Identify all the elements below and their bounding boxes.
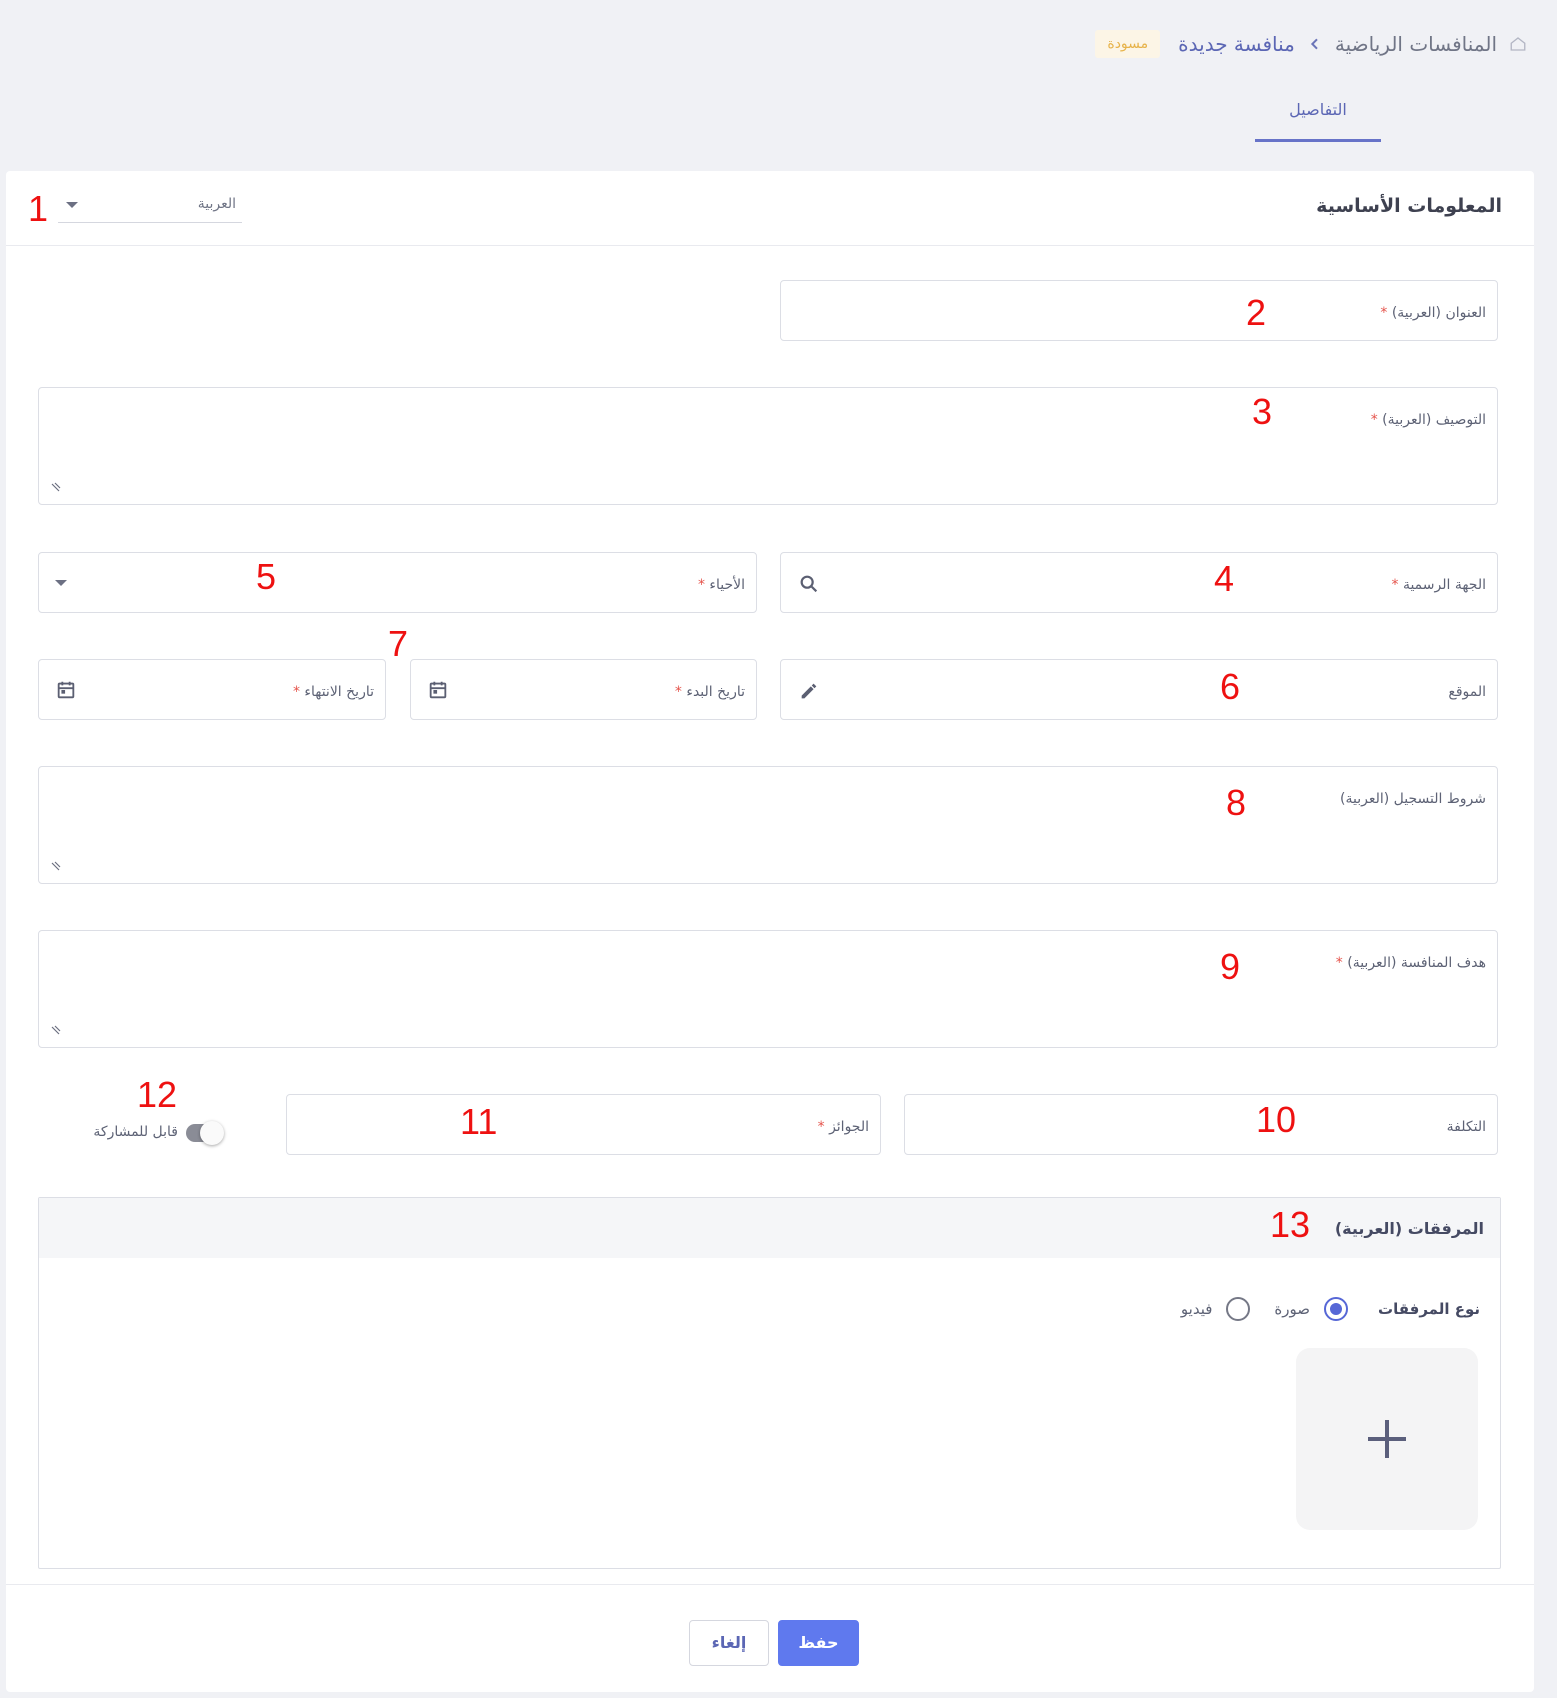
tab-details[interactable]: التفاصيل xyxy=(1255,100,1381,142)
caret-down-icon xyxy=(66,202,78,208)
marker-6: 6 xyxy=(1220,666,1241,707)
cost-input[interactable]: التكلفة xyxy=(904,1094,1498,1155)
pencil-icon[interactable] xyxy=(798,680,820,702)
breadcrumb: المنافسات الرياضية منافسة جديدة مسودة xyxy=(1095,30,1527,58)
registration-label: شروط التسجيل (العربية) xyxy=(1340,791,1486,807)
marker-10: 10 xyxy=(1256,1099,1297,1140)
chevron-left-icon xyxy=(1310,38,1318,50)
marker-7: 7 xyxy=(388,623,409,664)
save-button[interactable]: حفظ xyxy=(778,1620,859,1666)
language-select[interactable]: العربية xyxy=(58,189,242,223)
start-date-field[interactable]: تاريخ البدء * xyxy=(410,659,757,720)
home-icon[interactable] xyxy=(1509,35,1527,53)
attachments-title: المرفقات (العربية) xyxy=(1334,1219,1484,1238)
title-input[interactable]: العنوان (العربية) * xyxy=(780,280,1498,341)
upload-button[interactable] xyxy=(1296,1348,1478,1530)
cost-label: التكلفة xyxy=(1446,1119,1486,1135)
title-label: العنوان (العربية) * xyxy=(1380,305,1486,321)
prizes-label: الجوائز * xyxy=(817,1119,869,1135)
plus-icon xyxy=(1368,1420,1406,1458)
marker-5: 5 xyxy=(256,556,277,597)
marker-8: 8 xyxy=(1226,782,1247,823)
prizes-input[interactable]: الجوائز * xyxy=(286,1094,881,1155)
authority-search-field[interactable]: الجهة الرسمية * xyxy=(780,552,1498,613)
radio-image[interactable] xyxy=(1324,1297,1348,1321)
calendar-icon[interactable] xyxy=(55,679,77,701)
participation-toggle[interactable]: قابل للمشاركة xyxy=(76,1118,246,1148)
breadcrumb-root-link[interactable]: المنافسات الرياضية xyxy=(1335,32,1497,56)
authority-label: الجهة الرسمية * xyxy=(1391,577,1487,593)
start-date-label: تاريخ البدء * xyxy=(674,684,745,700)
section-title: المعلومات الأساسية xyxy=(1316,195,1502,217)
end-date-field[interactable]: تاريخ الانتهاء * xyxy=(38,659,386,720)
marker-13: 13 xyxy=(1270,1204,1311,1245)
card-header: المعلومات الأساسية العربية 1 xyxy=(6,171,1534,246)
search-icon[interactable] xyxy=(798,573,820,595)
location-label: الموقع xyxy=(1448,684,1486,700)
radio-video[interactable] xyxy=(1226,1297,1251,1321)
marker-4: 4 xyxy=(1214,558,1235,599)
resize-handle-icon[interactable] xyxy=(51,480,63,492)
radio-image-label[interactable]: صورة xyxy=(1274,1300,1310,1318)
form-card: المعلومات الأساسية العربية 1 العنوان (ال… xyxy=(6,171,1534,1692)
goal-textarea[interactable]: هدف المنافسة (العربية) * xyxy=(38,930,1498,1048)
language-select-value: العربية xyxy=(197,196,236,212)
attachment-type-group: نوع المرفقات صورة فيديو xyxy=(1171,1296,1480,1322)
marker-12: 12 xyxy=(137,1074,178,1115)
end-date-label: تاريخ الانتهاء * xyxy=(292,684,374,700)
toggle-knob xyxy=(200,1121,224,1145)
registration-terms-textarea[interactable]: شروط التسجيل (العربية) xyxy=(38,766,1498,884)
attachment-type-label: نوع المرفقات xyxy=(1378,1300,1480,1318)
goal-label: هدف المنافسة (العربية) * xyxy=(1335,955,1486,971)
location-field[interactable]: الموقع xyxy=(780,659,1498,720)
description-label: التوصيف (العربية) * xyxy=(1370,412,1486,428)
calendar-icon[interactable] xyxy=(427,679,449,701)
radio-video-label[interactable]: فيديو xyxy=(1181,1300,1213,1318)
marker-2: 2 xyxy=(1246,292,1267,333)
marker-9: 9 xyxy=(1220,946,1241,987)
footer-divider xyxy=(6,1584,1534,1585)
resize-handle-icon[interactable] xyxy=(51,1023,63,1035)
cancel-button[interactable]: إلغاء xyxy=(689,1620,769,1666)
resize-handle-icon[interactable] xyxy=(51,859,63,871)
description-textarea[interactable]: التوصيف (العربية) * xyxy=(38,387,1498,505)
caret-down-icon xyxy=(55,580,67,586)
marker-11: 11 xyxy=(460,1101,498,1142)
attachments-panel: المرفقات (العربية) نوع المرفقات صورة فيد… xyxy=(38,1197,1501,1569)
neighborhoods-select[interactable]: الأحياء * xyxy=(38,552,757,613)
breadcrumb-current: منافسة جديدة xyxy=(1178,32,1295,56)
neighborhoods-label: الأحياء * xyxy=(697,577,745,593)
marker-3: 3 xyxy=(1252,391,1273,432)
status-badge: مسودة xyxy=(1095,30,1161,58)
toggle-label: قابل للمشاركة xyxy=(93,1124,178,1140)
marker-1: 1 xyxy=(28,188,49,229)
